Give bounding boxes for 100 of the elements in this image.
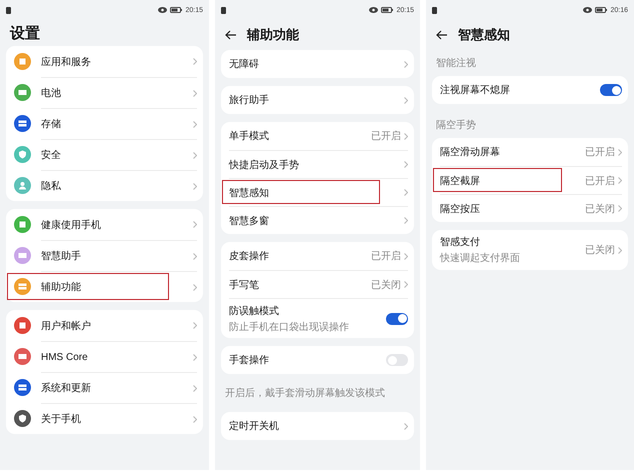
- sim-icon: [221, 6, 226, 14]
- footnote-text: 开启后，戴手套滑动屏幕触发该模式: [224, 386, 386, 401]
- settings-row[interactable]: 手写笔 已关闭: [221, 270, 414, 298]
- settings-row[interactable]: 注视屏幕不熄屏: [432, 76, 628, 104]
- back-arrow-icon[interactable]: [225, 30, 237, 40]
- chevron-icon: [618, 177, 622, 184]
- back-arrow-icon[interactable]: [436, 30, 448, 40]
- settings-row[interactable]: 电池: [6, 77, 203, 108]
- settings-row[interactable]: 用户和帐户: [6, 310, 203, 341]
- settings-row[interactable]: 智慧多窗: [221, 206, 414, 234]
- chevron-icon: [404, 189, 408, 196]
- row-label: 存储: [41, 118, 62, 131]
- chevron-icon: [618, 205, 622, 212]
- row-label: 手套操作: [229, 354, 270, 367]
- settings-row[interactable]: 隔空按压 已关闭: [432, 194, 628, 222]
- chevron-icon: [404, 217, 408, 224]
- chevron-icon: [193, 90, 197, 96]
- eye-icon: [158, 7, 168, 13]
- chevron-icon: [618, 148, 622, 156]
- settings-row[interactable]: 手套操作: [221, 346, 414, 374]
- chevron-icon: [193, 252, 197, 260]
- row-label: 隔空截屏: [440, 174, 481, 188]
- row-label: 系统和更新: [41, 382, 92, 395]
- row-label: 旅行助手: [229, 94, 270, 107]
- settings-row[interactable]: 智感支付 快速调起支付界面 已关闭: [432, 230, 628, 270]
- row-label: 注视屏幕不熄屏: [440, 84, 511, 97]
- eye-icon: [369, 7, 378, 13]
- row-label: 快捷启动及手势: [229, 158, 300, 172]
- page-title: 智慧感知: [458, 26, 510, 44]
- settings-row[interactable]: 单手模式 已开启: [221, 122, 414, 150]
- status-value: 已开启: [371, 130, 401, 143]
- row-subtitle: 防止手机在口袋出现误操作: [229, 320, 350, 334]
- battery-icon: [170, 7, 182, 13]
- settings-row[interactable]: 智慧助手: [6, 240, 203, 271]
- section-header: 智能注视: [435, 56, 477, 71]
- battery-icon: [595, 7, 608, 13]
- settings-row[interactable]: 智慧感知: [221, 178, 414, 206]
- settings-row[interactable]: 隔空滑动屏幕 已开启: [432, 138, 628, 166]
- row-label: HMS Core: [41, 352, 89, 362]
- chevron-icon: [193, 152, 197, 158]
- row-label: 无障碍: [229, 58, 260, 71]
- settings-row[interactable]: 系统和更新: [6, 372, 203, 403]
- row-label: 定时开关机: [229, 420, 280, 433]
- chevron-icon: [193, 416, 197, 422]
- settings-row[interactable]: 旅行助手: [221, 86, 414, 114]
- chevron-icon: [193, 384, 197, 392]
- chevron-icon: [193, 120, 197, 128]
- settings-row[interactable]: 辅助功能: [6, 271, 203, 302]
- eye-icon: [583, 7, 592, 13]
- row-label: 关于手机: [41, 412, 82, 426]
- row-label: 防误触模式: [229, 304, 280, 318]
- settings-row[interactable]: 关于手机: [6, 403, 203, 434]
- section-header: 隔空手势: [435, 118, 477, 133]
- status-value: 已关闭: [585, 244, 615, 257]
- chevron-icon: [193, 284, 197, 290]
- row-label: 手写笔: [229, 278, 260, 292]
- row-subtitle: 快速调起支付界面: [440, 252, 521, 265]
- toggle-switch[interactable]: [600, 84, 622, 96]
- row-label: 健康使用手机: [41, 218, 102, 232]
- chevron-icon: [404, 281, 408, 288]
- settings-row[interactable]: 健康使用手机: [6, 209, 203, 240]
- page-title: 辅助功能: [247, 26, 299, 44]
- chevron-icon: [193, 182, 197, 190]
- chevron-icon: [404, 252, 408, 260]
- row-label: 隔空滑动屏幕: [440, 146, 501, 159]
- row-label: 智感支付: [440, 236, 481, 249]
- row-label: 单手模式: [229, 130, 270, 143]
- sim-icon: [432, 6, 437, 14]
- row-label: 电池: [41, 86, 62, 100]
- status-value: 已开启: [585, 174, 615, 188]
- settings-row[interactable]: 存储: [6, 108, 203, 139]
- status-value: 已关闭: [585, 202, 615, 216]
- settings-row[interactable]: 皮套操作 已开启: [221, 242, 414, 270]
- chevron-icon: [404, 96, 408, 104]
- chevron-icon: [618, 246, 622, 254]
- settings-row[interactable]: 防误触模式 防止手机在口袋出现误操作: [221, 298, 414, 338]
- battery-icon: [381, 7, 394, 13]
- chevron-icon: [404, 60, 408, 68]
- settings-row[interactable]: HMS Core: [6, 341, 203, 372]
- sim-icon: [6, 6, 11, 14]
- row-label: 安全: [41, 148, 62, 162]
- settings-row[interactable]: 应用和服务: [6, 46, 203, 77]
- row-label: 隐私: [41, 180, 62, 193]
- status-value: 已开启: [585, 146, 615, 159]
- toggle-switch[interactable]: [386, 312, 408, 324]
- chevron-icon: [193, 322, 197, 329]
- row-label: 隔空按压: [440, 202, 481, 216]
- chevron-icon: [193, 221, 197, 228]
- settings-row[interactable]: 隔空截屏 已开启: [432, 166, 628, 194]
- row-label: 应用和服务: [41, 56, 92, 68]
- toggle-switch[interactable]: [386, 354, 408, 366]
- chevron-icon: [193, 354, 197, 360]
- page-title: 设置: [10, 24, 40, 42]
- settings-row[interactable]: 隐私: [6, 170, 203, 201]
- settings-row[interactable]: 定时开关机: [221, 412, 414, 440]
- status-value: 已关闭: [371, 278, 401, 292]
- settings-row[interactable]: 安全: [6, 139, 203, 170]
- settings-row[interactable]: 无障碍: [221, 50, 414, 78]
- settings-row[interactable]: 快捷启动及手势: [221, 150, 414, 178]
- row-label: 皮套操作: [229, 250, 270, 263]
